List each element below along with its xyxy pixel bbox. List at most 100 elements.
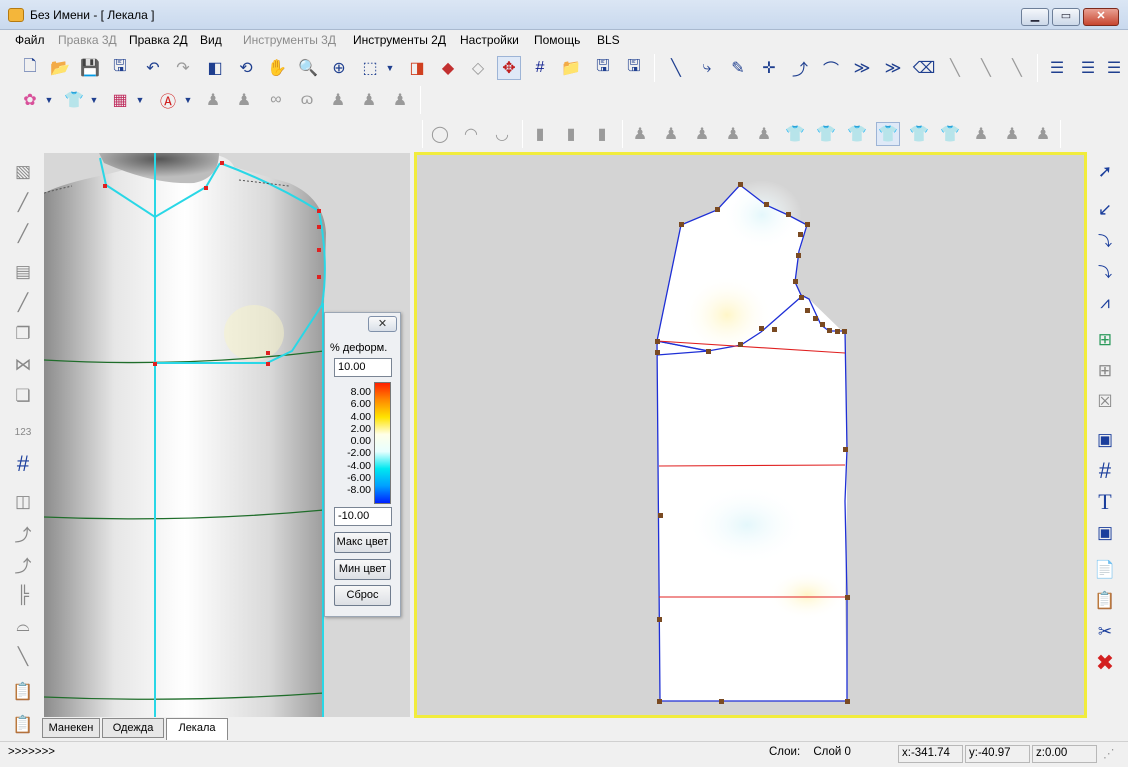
command-prompt[interactable]: >>>>>>> [8, 746, 55, 758]
text-icon[interactable]: T [1092, 489, 1118, 515]
copy-tool-icon[interactable]: ❐ [10, 321, 36, 347]
curve-add-icon[interactable]: ⤴ [10, 520, 36, 546]
flower-material-icon[interactable]: ✿ [18, 88, 42, 112]
spacing2-icon[interactable]: ☰ [1076, 56, 1100, 80]
redo-icon[interactable]: ↷ [171, 56, 195, 80]
line-tool-icon[interactable]: ╱ [10, 290, 36, 316]
grid-tool-icon[interactable]: # [10, 451, 36, 477]
pants3-icon[interactable]: ▮ [590, 122, 614, 146]
texture-icon[interactable]: ◆ [436, 56, 460, 80]
arc-icon[interactable]: ⌒ [819, 56, 843, 80]
body-hips-icon[interactable]: ɷ [295, 88, 319, 112]
chevron-down-icon[interactable]: ▼ [43, 88, 55, 112]
mirror-y-icon[interactable]: ⤵ [1092, 259, 1118, 285]
paste-icon[interactable]: 📋 [10, 679, 36, 705]
shading-icon[interactable]: ◨ [405, 56, 429, 80]
menu-bls[interactable]: BLS [597, 33, 620, 47]
chevron-down-icon[interactable]: ▼ [384, 56, 396, 80]
multi-arc-add-icon[interactable]: ≫ [881, 56, 905, 80]
mirror-tool-icon[interactable]: ⋈ [10, 352, 36, 378]
shirt-back-icon[interactable]: 👕 [876, 122, 900, 146]
paste-icon[interactable]: 📋 [1092, 588, 1118, 614]
avatar-icon[interactable]: Ⓐ [156, 88, 180, 112]
add-point-icon[interactable]: ⊞ [1092, 327, 1118, 353]
save-tp-icon[interactable]: 🖫 [591, 56, 615, 80]
shirt-front-icon[interactable]: 👕 [845, 122, 869, 146]
maximize-button[interactable]: ▭ [1052, 8, 1080, 26]
vest-icon[interactable]: ♟ [1000, 122, 1024, 146]
measure-a-icon[interactable]: ⩘ [1092, 290, 1118, 316]
pattern-2d-view[interactable] [414, 152, 1087, 718]
curve-icon[interactable]: ⤷ [695, 56, 719, 80]
chevron-down-icon[interactable]: ▼ [134, 88, 146, 112]
open-folder-icon[interactable]: 📂 [48, 56, 72, 80]
texture-tool-icon[interactable]: ▤ [10, 259, 36, 285]
body-bra-icon[interactable]: ∞ [264, 88, 288, 112]
torso-d-icon[interactable]: ♟ [721, 122, 745, 146]
minimize-button[interactable]: ▁ [1021, 8, 1049, 26]
new-file-icon[interactable]: 🗋 [18, 56, 42, 80]
ruler-tool-icon[interactable]: ╲ [10, 644, 36, 670]
grid-icon[interactable]: # [1092, 458, 1118, 484]
body-arm-icon[interactable]: ♟ [357, 88, 381, 112]
chevron-down-icon[interactable]: ▼ [182, 88, 194, 112]
tab-mannequin[interactable]: Манекен [42, 718, 100, 738]
ruler-icon[interactable]: ╲ [974, 56, 998, 80]
resize-grip-icon[interactable]: ⋰ [1100, 745, 1122, 763]
body-leg-icon[interactable]: ♟ [326, 88, 350, 112]
zoom-icon[interactable]: 🔍 [296, 56, 320, 80]
delete-point-icon[interactable]: ☒ [1092, 389, 1118, 415]
save-tp-as-icon[interactable]: 🖫 [622, 56, 646, 80]
torso-f-icon[interactable]: ♟ [1031, 122, 1055, 146]
tab-clothing[interactable]: Одежда [102, 718, 164, 738]
menu-tools-2d[interactable]: Инструменты 2Д [353, 33, 446, 47]
view-3d-icon[interactable]: ⬚ [358, 56, 382, 80]
body-torso2-icon[interactable]: ♟ [232, 88, 256, 112]
menu-file[interactable]: Файл [15, 33, 45, 47]
multi-arc-icon[interactable]: ≫ [850, 56, 874, 80]
chevron-down-icon[interactable]: ▼ [88, 88, 100, 112]
torso-c-icon[interactable]: ♟ [690, 122, 714, 146]
zoom-window-icon[interactable]: ⊕ [327, 56, 351, 80]
shirt-outline-icon[interactable]: 👕 [783, 122, 807, 146]
jacket-icon[interactable]: ♟ [969, 122, 993, 146]
fabric-icon[interactable]: ▣ [1092, 427, 1118, 453]
pencil-icon[interactable]: ✎ [726, 56, 750, 80]
eraser-icon[interactable]: ⌫ [912, 56, 936, 80]
menu-edit-3d[interactable]: Правка 3Д [58, 33, 117, 47]
mirror-x-icon[interactable]: ⤵ [1092, 228, 1118, 254]
collar3-icon[interactable]: ◡ [490, 122, 514, 146]
tab-patterns[interactable]: Лекала [166, 718, 228, 740]
open-tp-icon[interactable]: 📁 [559, 56, 583, 80]
torso-e-icon[interactable]: ♟ [752, 122, 776, 146]
menu-tools-3d[interactable]: Инструменты 3Д [243, 33, 336, 47]
menu-help[interactable]: Помощь [534, 33, 580, 47]
rotate-icon[interactable]: ⟲ [234, 56, 258, 80]
cut-icon[interactable]: ✂ [1092, 619, 1118, 645]
dart-icon[interactable]: ╲ [943, 56, 967, 80]
max-color-button[interactable]: Макс цвет [334, 532, 391, 553]
split-tool-icon[interactable]: ◫ [10, 489, 36, 515]
torso-a-icon[interactable]: ♟ [628, 122, 652, 146]
line-icon[interactable]: ╲ [664, 56, 688, 80]
line-arrow-icon[interactable]: ↙ [1092, 197, 1118, 223]
panel-close-button[interactable]: ✕ [368, 316, 397, 332]
menu-settings[interactable]: Настройки [460, 33, 519, 47]
max-value-field[interactable]: 10.00 [334, 358, 392, 377]
ruler2-icon[interactable]: ╲ [1005, 56, 1029, 80]
body-full-icon[interactable]: ♟ [388, 88, 412, 112]
color-grid-icon[interactable]: ▦ [108, 88, 132, 112]
shirt-outline4-icon[interactable]: 👕 [938, 122, 962, 146]
close-button[interactable]: ✕ [1083, 8, 1119, 26]
align-tool-icon[interactable]: ╠ [10, 582, 36, 608]
reset-button[interactable]: Сброс [334, 585, 391, 606]
arc-tool-icon[interactable]: ⌓ [10, 613, 36, 639]
save-icon[interactable]: 💾 [78, 56, 102, 80]
curve-add2-icon[interactable]: ⤴ [10, 551, 36, 577]
bezier-add-icon[interactable]: ⤴ [788, 56, 812, 80]
pants2-icon[interactable]: ▮ [559, 122, 583, 146]
menu-view[interactable]: Вид [200, 33, 222, 47]
measure-tool-icon[interactable]: 123 [10, 419, 36, 445]
brush-icon[interactable]: ╱ [10, 190, 36, 216]
min-color-button[interactable]: Мин цвет [334, 559, 391, 580]
